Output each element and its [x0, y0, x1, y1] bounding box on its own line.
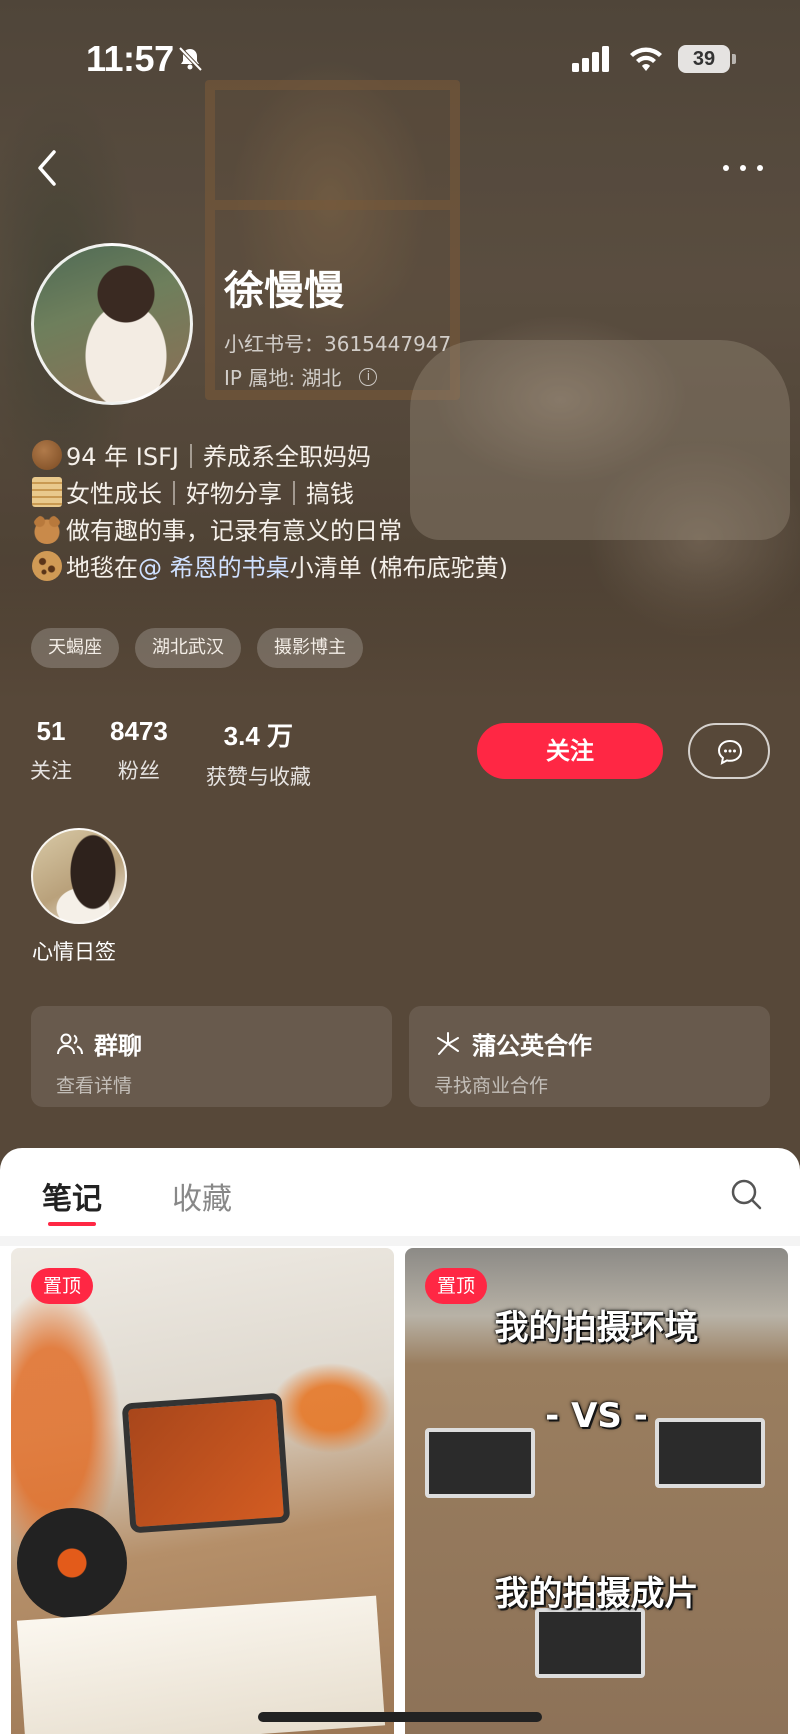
- dandelion-title: 蒲公英合作: [472, 1032, 592, 1060]
- laptop-image: [425, 1428, 535, 1498]
- message-button[interactable]: [688, 723, 770, 779]
- status-time: 11:57: [86, 38, 174, 79]
- info-icon[interactable]: i: [359, 367, 378, 386]
- avatar[interactable]: [31, 243, 193, 405]
- pinned-badge: 置顶: [425, 1268, 488, 1304]
- search-icon[interactable]: [728, 1176, 764, 1212]
- follow-button[interactable]: 关注: [477, 723, 663, 779]
- group-chat-card[interactable]: 群聊 查看详情: [31, 1006, 392, 1107]
- bell-muted-icon: [178, 46, 203, 72]
- note-card[interactable]: 我的拍摄环境 - VS - 我的拍摄成片 置顶: [405, 1248, 788, 1734]
- vinyl-record-image: [17, 1508, 127, 1618]
- back-arrow-icon[interactable]: [28, 146, 68, 190]
- bio-line: 做有趣的事，记录有意义的日常: [32, 510, 508, 547]
- tablet-image: [121, 1392, 291, 1534]
- highlight-mood-diary[interactable]: 心情日签: [31, 828, 127, 966]
- group-chat-title: 群聊: [94, 1032, 142, 1060]
- tag-occupation[interactable]: 摄影博主: [257, 628, 363, 668]
- profile-ip-location: IP 属地: 湖北 i: [224, 362, 378, 391]
- note-card[interactable]: 置顶: [11, 1248, 394, 1734]
- dandelion-subtitle: 寻找商业合作: [434, 1075, 549, 1097]
- wifi-icon: [630, 47, 662, 71]
- stat-likes-collects[interactable]: 3.4 万 获赞与收藏: [206, 716, 311, 791]
- ip-location-text: IP 属地: 湖北: [224, 366, 342, 390]
- more-options-icon[interactable]: [718, 156, 768, 180]
- tab-collections[interactable]: 收藏: [172, 1174, 232, 1218]
- active-tab-indicator: [48, 1222, 96, 1226]
- profile-bio: 94 年 ISFJ｜养成系全职妈妈 女性成长｜好物分享｜搞钱 做有趣的事，记录有…: [32, 436, 508, 584]
- profile-name: 徐慢慢: [224, 268, 344, 314]
- tag-location[interactable]: 湖北武汉: [135, 628, 241, 668]
- post-overlay-title: 我的拍摄环境: [494, 1308, 699, 1348]
- highlight-thumbnail: [31, 828, 127, 924]
- chat-bubble-icon: [717, 739, 743, 765]
- home-indicator: [258, 1712, 542, 1722]
- bio-line: 女性成长｜好物分享｜搞钱: [32, 473, 508, 510]
- bio-mention-link[interactable]: @ 希恩的书桌: [138, 548, 290, 583]
- post-overlay-vs: - VS -: [545, 1396, 648, 1436]
- feature-cards: 群聊 查看详情 蒲公英合作 寻找商业合作: [31, 1006, 770, 1107]
- group-icon: [57, 1033, 83, 1054]
- signal-icon: [572, 46, 609, 72]
- dandelion-icon: [437, 1031, 459, 1055]
- dandelion-cooperation-card[interactable]: 蒲公英合作 寻找商业合作: [409, 1006, 770, 1107]
- tag-zodiac[interactable]: 天蝎座: [31, 628, 119, 668]
- content-tabs: 笔记 收藏: [0, 1148, 800, 1236]
- pinned-badge: 置顶: [31, 1268, 94, 1304]
- cookie-icon: [32, 550, 62, 581]
- profile-tags: 天蝎座 湖北武汉 摄影博主: [31, 628, 363, 668]
- group-chat-subtitle: 查看详情: [56, 1075, 133, 1097]
- teddy-bear-icon: [32, 513, 62, 544]
- brown-circle-icon: [32, 439, 62, 470]
- profile-stats: 51 关注 8473 粉丝 3.4 万 获赞与收藏: [30, 716, 349, 791]
- stat-followers[interactable]: 8473 粉丝: [110, 716, 168, 791]
- bio-line: 94 年 ISFJ｜养成系全职妈妈: [32, 436, 508, 473]
- stat-following[interactable]: 51 关注: [30, 716, 72, 791]
- battery-indicator: 39: [678, 45, 736, 73]
- profile-id[interactable]: 小红书号：3615447947: [224, 328, 451, 357]
- scroll-icon: [32, 476, 62, 507]
- highlight-label: 心情日签: [32, 940, 116, 964]
- laptop-image: [535, 1608, 645, 1678]
- bio-line: 地毯在 @ 希恩的书桌 小清单 (棉布底驼黄): [32, 547, 508, 584]
- post-overlay-result: 我的拍摄成片: [494, 1574, 699, 1614]
- tab-notes[interactable]: 笔记: [42, 1174, 102, 1218]
- status-bar: 11:57 39: [0, 0, 800, 120]
